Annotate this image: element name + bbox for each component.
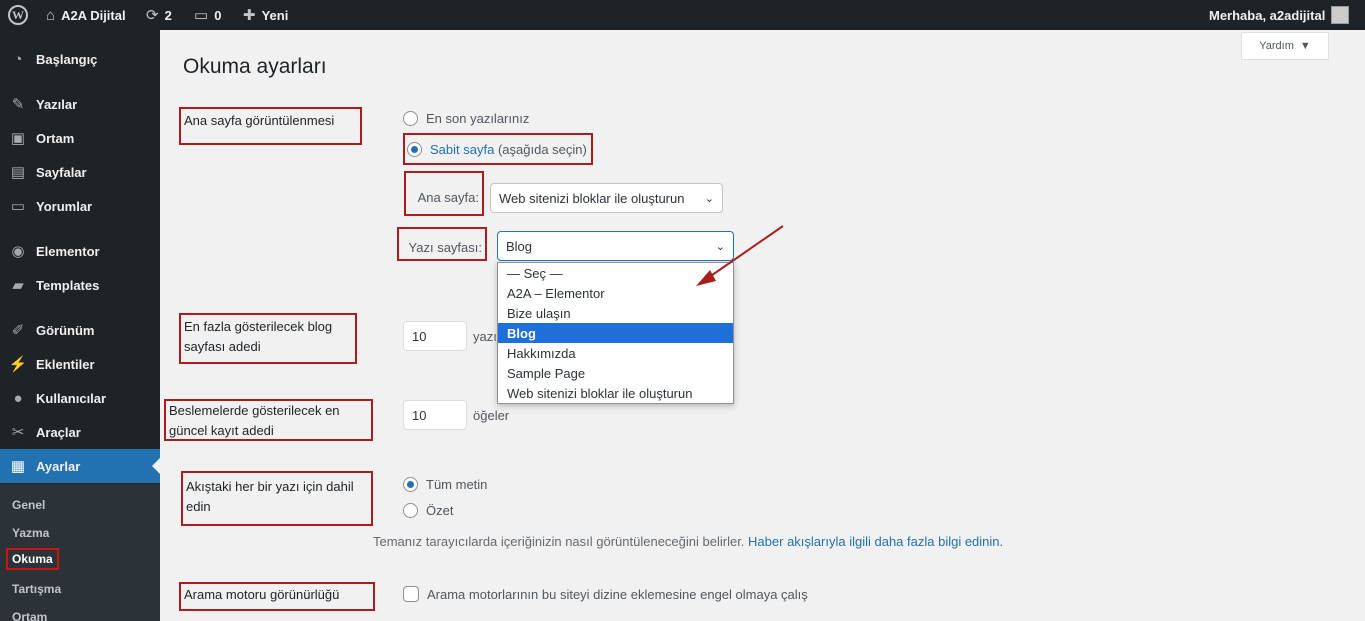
arrow-line xyxy=(704,225,784,281)
annotation-arrow xyxy=(696,225,784,286)
arrow-head xyxy=(696,270,716,286)
